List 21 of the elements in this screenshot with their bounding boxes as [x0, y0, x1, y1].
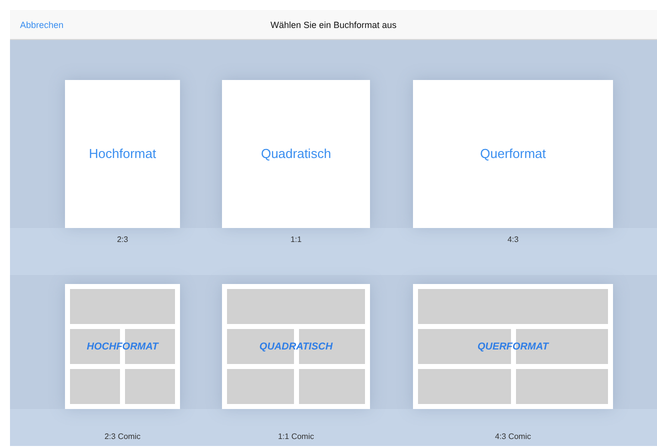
format-caption: 4:3 Comic — [494, 431, 531, 443]
format-caption: 1:1 — [290, 234, 302, 246]
comic-format-label: QUERFORMAT — [478, 340, 548, 354]
comic-format-card[interactable]: QUADRATISCH — [222, 284, 370, 409]
format-caption: 4:3 — [507, 234, 519, 246]
comic-format-card[interactable]: QUERFORMAT — [413, 284, 613, 409]
comic-format-card[interactable]: HOCHFORMAT — [65, 284, 180, 409]
format-card[interactable]: Quadratisch — [222, 80, 370, 228]
format-caption: 2:3 — [116, 234, 128, 246]
comic-panel — [298, 369, 365, 404]
comic-format-label: QUADRATISCH — [259, 340, 333, 354]
format-card[interactable]: Querformat — [413, 80, 613, 228]
cancel-link[interactable]: Abbrechen — [20, 19, 64, 32]
comic-panel — [70, 369, 120, 404]
format-card[interactable]: Hochformat — [65, 80, 180, 228]
comic-panel — [125, 369, 175, 404]
format-caption: 2:3 Comic — [104, 431, 140, 443]
comic-panel — [227, 369, 294, 404]
window-title: Wählen Sie ein Buchformat aus — [270, 20, 397, 30]
format-caption: 1:1 Comic — [278, 431, 314, 443]
comic-format-label: HOCHFORMAT — [86, 340, 158, 354]
